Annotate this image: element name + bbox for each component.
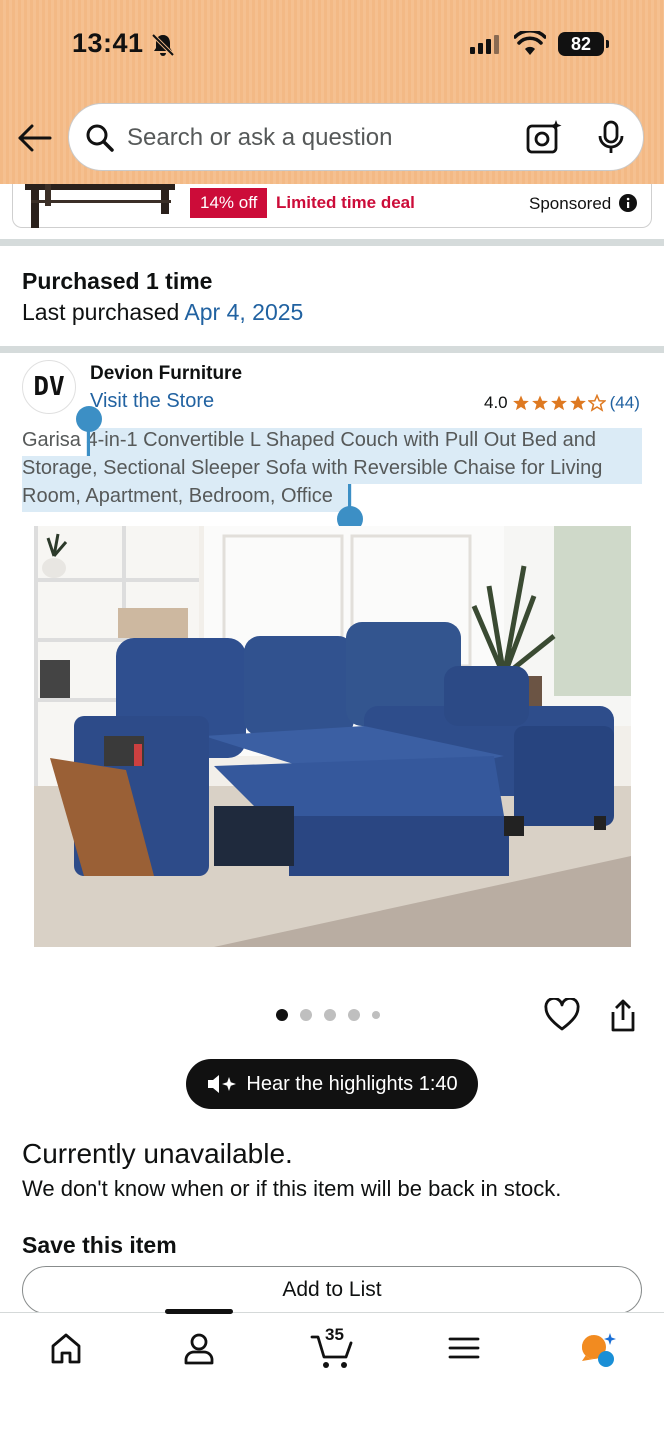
nav-rufus-assistant[interactable] <box>566 1331 626 1375</box>
carousel-dot[interactable] <box>372 1011 380 1019</box>
sponsored-ad[interactable]: 14% off Limited time deal Sponsored <box>12 184 652 228</box>
discount-badge: 14% off <box>190 188 268 218</box>
top-header: 13:41 82 <box>0 0 664 184</box>
product-rating[interactable]: 4.0 (44) <box>484 393 640 413</box>
search-bar[interactable] <box>68 103 644 171</box>
visit-store-link[interactable]: Visit the Store <box>90 390 214 413</box>
carousel-dot[interactable] <box>348 1009 360 1021</box>
wifi-icon <box>514 31 546 55</box>
share-icon[interactable] <box>608 998 638 1034</box>
carousel-dot[interactable] <box>324 1009 336 1021</box>
rating-value: 4.0 <box>484 393 508 412</box>
signal-icon <box>470 34 499 54</box>
home-icon <box>51 1333 81 1364</box>
nav-menu[interactable] <box>434 1331 494 1375</box>
hamburger-menu-icon <box>448 1337 480 1359</box>
store-name: Devion Furniture <box>90 363 243 384</box>
rufus-assistant-icon <box>582 1333 616 1367</box>
star-rating <box>512 394 606 412</box>
cart-count-badge: 35 <box>325 1325 344 1344</box>
last-purchased-date[interactable]: Apr 4, 2025 <box>184 299 303 325</box>
rating-count[interactable]: (44) <box>610 393 640 413</box>
star-full-icon <box>550 395 567 411</box>
store-logo[interactable]: DV <box>22 360 76 414</box>
last-purchased: Last purchased Apr 4, 2025 <box>22 299 303 326</box>
speaker-sparkle-icon <box>208 1075 237 1093</box>
search-input[interactable] <box>127 124 487 152</box>
section-divider <box>0 239 664 246</box>
status-time: 13:41 <box>72 28 144 58</box>
selection-start-caret <box>87 420 90 456</box>
product-title: Garisa 4-in-1 Convertible L Shaped Couch… <box>22 429 603 507</box>
star-full-icon <box>531 395 548 411</box>
carousel-dot[interactable] <box>276 1009 288 1021</box>
sofa-photo <box>34 526 631 947</box>
camera-lens-icon[interactable] <box>525 118 563 156</box>
nav-account[interactable] <box>169 1331 229 1375</box>
bottom-nav: 35 <box>0 1309 664 1440</box>
add-to-list-button[interactable]: Add to List <box>22 1266 642 1314</box>
active-tab-indicator <box>165 1309 233 1314</box>
bell-off-icon <box>151 33 175 57</box>
info-icon[interactable] <box>619 194 637 212</box>
carousel-dot[interactable] <box>300 1009 312 1021</box>
save-item-heading: Save this item <box>22 1232 177 1258</box>
availability-title: Currently unavailable. <box>22 1138 293 1169</box>
hear-highlights-button[interactable]: Hear the highlights 1:40 <box>186 1059 478 1109</box>
purchase-count: Purchased 1 time <box>22 268 213 294</box>
battery-indicator: 82 <box>558 32 609 56</box>
hear-highlights-label: Hear the highlights 1:40 <box>246 1072 458 1095</box>
carousel-dots[interactable] <box>276 1009 380 1021</box>
star-full-icon <box>512 395 529 411</box>
table-thumbnail <box>25 184 175 228</box>
heart-icon[interactable] <box>544 998 580 1032</box>
last-purchased-label: Last purchased <box>22 299 180 325</box>
star-full-icon <box>569 395 586 411</box>
product-image[interactable] <box>34 526 631 947</box>
deal-label: Limited time deal <box>276 193 415 212</box>
search-icon <box>86 124 114 152</box>
sponsored-label: Sponsored <box>529 194 612 213</box>
microphone-icon[interactable] <box>596 120 626 156</box>
section-divider <box>0 346 664 353</box>
user-icon <box>184 1333 214 1365</box>
availability-message: We don't know when or if this item will … <box>22 1176 562 1201</box>
back-arrow-icon[interactable] <box>16 122 56 154</box>
star-empty-icon <box>587 394 606 412</box>
nav-home[interactable] <box>36 1331 96 1375</box>
